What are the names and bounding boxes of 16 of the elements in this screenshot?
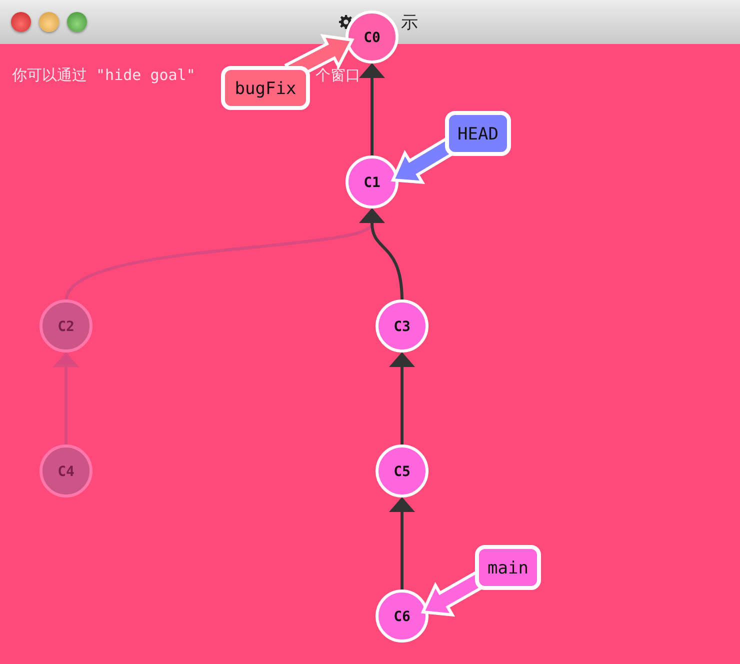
branch-label: main [475,545,541,590]
maximize-button[interactable] [67,12,87,32]
commit-node: C6 [376,590,428,642]
minimize-button[interactable] [39,12,59,32]
commit-node: C3 [376,300,428,352]
window-title: 示 [401,12,418,34]
branch-label: HEAD [445,111,511,156]
commit-node: C5 [376,444,428,498]
commit-node: C0 [346,10,398,64]
goal-text: 个窗口 [315,66,360,85]
commit-node: C1 [346,156,398,208]
commit-node: C2 [40,300,92,352]
branch-label: bugFix [221,66,310,110]
close-button[interactable] [11,12,31,32]
goal-text: 你可以通过 "hide goal" [12,66,196,85]
commit-node: C4 [40,444,92,498]
